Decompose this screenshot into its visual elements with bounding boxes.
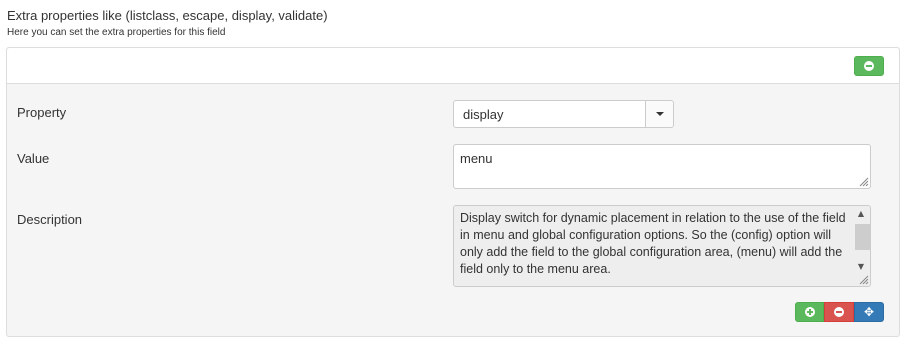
description-text: Display switch for dynamic placement in … xyxy=(460,211,846,276)
chevron-down-icon xyxy=(655,112,664,116)
value-textarea[interactable]: menu xyxy=(453,144,871,189)
value-label: Value xyxy=(17,151,50,166)
description-scrollbar[interactable]: ▲ ▼ xyxy=(853,207,870,272)
description-label: Description xyxy=(17,212,83,227)
description-textarea[interactable]: Display switch for dynamic placement in … xyxy=(453,205,871,287)
plus-circle-icon xyxy=(804,307,815,317)
add-row-button[interactable] xyxy=(795,302,824,322)
move-icon: ✥ xyxy=(863,305,875,319)
property-selected-value: display xyxy=(463,107,504,122)
resize-grip-icon[interactable] xyxy=(857,175,869,187)
scroll-thumb[interactable] xyxy=(855,224,870,250)
minus-circle-icon xyxy=(834,307,844,317)
remove-row-button[interactable] xyxy=(824,302,854,322)
resize-grip-icon[interactable] xyxy=(857,273,869,285)
scroll-up-icon[interactable]: ▲ xyxy=(853,207,869,219)
subform-header xyxy=(7,48,899,84)
value-text: menu xyxy=(460,151,493,166)
scroll-down-icon[interactable]: ▼ xyxy=(853,260,869,272)
select-caret[interactable] xyxy=(645,101,673,127)
move-row-button[interactable]: ✥ xyxy=(854,302,884,322)
minus-circle-icon xyxy=(864,61,874,71)
remove-all-button[interactable] xyxy=(854,56,884,76)
subform-panel: Property display Value menu Description … xyxy=(6,47,900,337)
property-select[interactable]: display xyxy=(453,100,674,128)
property-label: Property xyxy=(17,105,67,120)
field-help-text: Here you can set the extra properties fo… xyxy=(7,27,226,38)
field-title: Extra properties like (listclass, escape… xyxy=(7,8,328,23)
